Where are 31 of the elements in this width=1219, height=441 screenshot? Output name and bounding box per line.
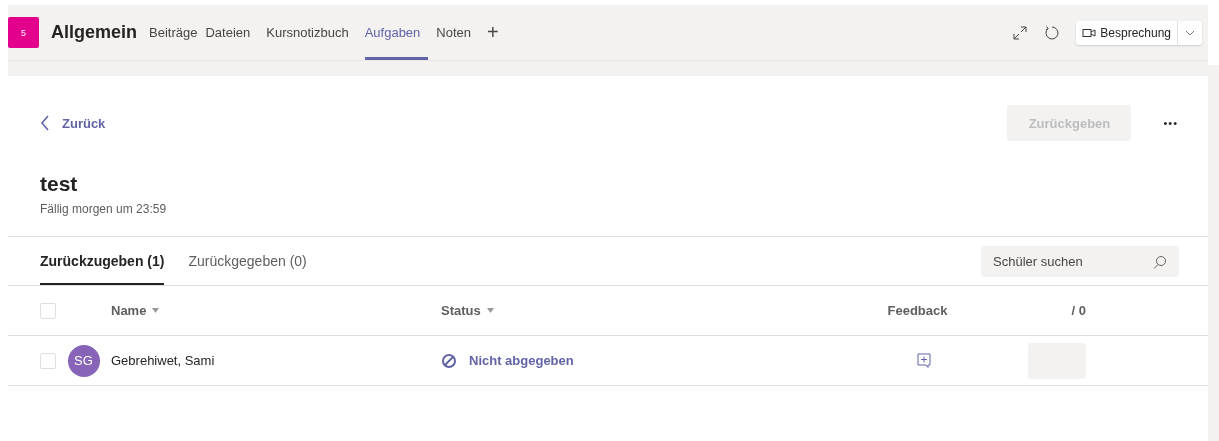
video-camera-icon [1082, 26, 1097, 39]
column-header: / 0 [1071, 303, 1086, 318]
more-button[interactable]: ••• [1163, 117, 1178, 129]
assignment-title: test [39, 171, 79, 196]
column-header[interactable]: Status [441, 303, 481, 318]
student-name: Gebrehiwet, Sami [111, 353, 215, 368]
tab[interactable]: + [487, 5, 507, 60]
select-all-checkbox[interactable] [40, 302, 56, 319]
tab[interactable]: Dateien [205, 5, 259, 60]
tab[interactable]: Noten [436, 5, 480, 60]
search-icon [1153, 254, 1167, 269]
status-text: Nicht abgegeben [469, 353, 574, 368]
team-badge: 5 [8, 17, 39, 48]
back-link[interactable]: Zurück [40, 115, 106, 131]
tab[interactable]: Zurückzugeben (1) [40, 237, 165, 285]
expand-icon [1012, 24, 1029, 41]
refresh-icon [1044, 24, 1061, 41]
chevron-down-icon [1185, 29, 1195, 36]
row-checkbox[interactable] [40, 352, 56, 369]
add-comment-icon [917, 352, 931, 369]
blocked-icon [441, 352, 457, 369]
due-date: Fällig morgen um 23:59 [8, 196, 1208, 237]
column-header[interactable]: Name [111, 303, 147, 318]
tab[interactable]: Kursnotizbuch [266, 5, 357, 60]
column-header: Feedback [887, 303, 948, 318]
tab[interactable]: Beiträge [149, 5, 206, 60]
tab[interactable]: Zurückgegeben (0) [188, 237, 307, 285]
channel-name: Allgemein [51, 22, 138, 43]
search-field[interactable]: Schüler suchen [981, 245, 1179, 277]
avatar: SG [67, 344, 100, 377]
chevron-left-icon [40, 115, 50, 131]
